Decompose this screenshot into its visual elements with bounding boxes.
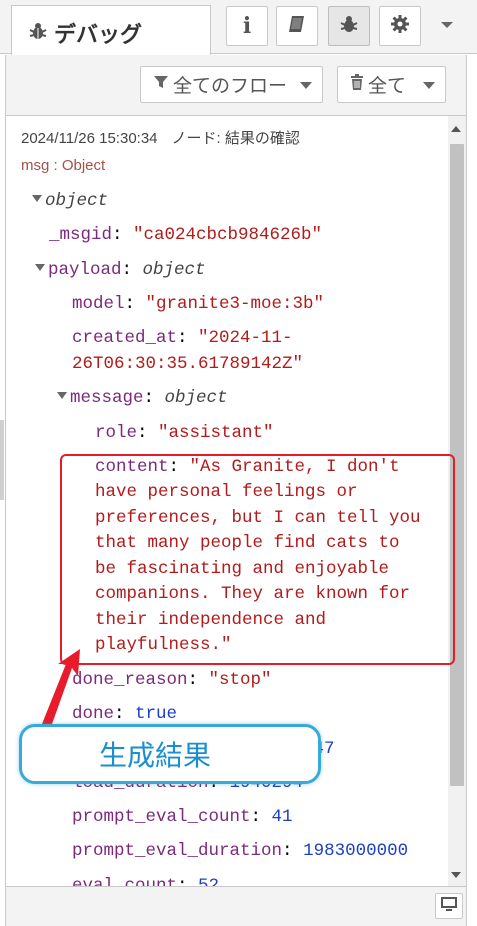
message-node-link[interactable]: ノード: 結果の確認	[172, 130, 300, 147]
filter-icon	[153, 74, 169, 95]
message-timestamp: 2024/11/26 15:30:34	[21, 130, 158, 147]
book-icon	[287, 14, 307, 39]
tree-row-prompt-eval-count[interactable]: prompt_eval_count: 41	[72, 805, 293, 831]
model-key: model	[72, 294, 125, 314]
expand-triangle-icon	[57, 392, 67, 399]
payload-type: object	[142, 260, 206, 280]
msgid-key: _msgid	[49, 225, 113, 245]
help-book-button[interactable]	[276, 6, 318, 46]
prompt-eval-count-key: prompt_eval_count	[72, 807, 251, 827]
expand-triangle-icon	[35, 264, 45, 271]
tree-row-done-reason[interactable]: done_reason: "stop"	[72, 668, 272, 694]
annotation-callout: 生成結果	[19, 724, 321, 784]
role-value: "assistant"	[158, 423, 274, 443]
bug-icon	[339, 14, 359, 39]
prompt-eval-duration-value: 1983000000	[303, 841, 409, 861]
tree-row-created-at[interactable]: created_at: "2024-11-	[72, 326, 293, 352]
tree-row-role[interactable]: role: "assistant"	[95, 421, 274, 447]
message-header: 2024/11/26 15:30:34 ノード: 結果の確認	[21, 127, 300, 148]
created-at-key: created_at	[72, 328, 178, 348]
tab-debug-label: デバッグ	[54, 23, 143, 48]
debug-button[interactable]	[328, 6, 370, 46]
trash-icon	[350, 74, 364, 95]
chevron-down-icon[interactable]	[440, 17, 454, 35]
tab-debug[interactable]: デバッグ	[11, 5, 211, 55]
root-type: object	[45, 191, 109, 211]
created-at-value-line2: 26T06:30:35.61789142Z"	[72, 354, 304, 374]
tree-row-eval-count[interactable]: eval_count: 52	[72, 874, 220, 887]
tree-row-message[interactable]: message: object	[57, 386, 228, 412]
bug-icon	[28, 21, 48, 46]
tree-row-prompt-eval-duration[interactable]: prompt_eval_duration: 1983000000	[72, 839, 408, 865]
settings-button[interactable]	[379, 6, 421, 46]
chevron-down-icon	[300, 82, 312, 89]
chevron-down-icon	[423, 82, 435, 89]
callout-text: 生成結果	[98, 739, 211, 772]
payload-key: payload	[48, 260, 122, 280]
tree-row-msgid[interactable]: _msgid: "ca024cbcb984626b"	[49, 223, 322, 249]
model-value: "granite3-moe:3b"	[145, 294, 325, 314]
msgid-value: "ca024cbcb984626b"	[133, 225, 323, 245]
debug-toolbar: 全てのフロー 全て	[5, 55, 467, 115]
prompt-eval-count-value: 41	[271, 807, 293, 827]
tree-row-model[interactable]: model: "granite3-moe:3b"	[72, 292, 324, 318]
tree-row-payload[interactable]: payload: object	[35, 258, 206, 284]
debug-footer	[5, 887, 467, 926]
tree-row-created-at-cont: 26T06:30:35.61789142Z"	[72, 352, 303, 378]
done-reason-value: "stop"	[208, 670, 272, 690]
resize-handle[interactable]	[0, 420, 4, 500]
scroll-up-icon[interactable]	[451, 126, 461, 132]
done-reason-key: done_reason	[72, 670, 188, 690]
expand-triangle-icon	[32, 195, 42, 202]
created-at-value-line1: "2024-11-	[198, 328, 293, 348]
gear-icon	[390, 14, 410, 39]
done-key: done	[72, 704, 115, 724]
info-button[interactable]: i	[226, 6, 268, 46]
message-key: message	[70, 388, 144, 408]
clear-messages-dropdown[interactable]: 全て	[337, 66, 446, 103]
eval-count-key: eval_count	[72, 876, 178, 887]
info-icon: i	[242, 13, 252, 39]
open-debug-window-button[interactable]	[435, 893, 463, 919]
eval-count-value: 52	[198, 876, 220, 887]
role-key: role	[95, 423, 138, 443]
tree-root[interactable]: object	[32, 189, 108, 215]
prompt-eval-duration-key: prompt_eval_duration	[72, 841, 283, 861]
flow-filter-label: 全てのフロー	[173, 75, 288, 97]
clear-label: 全て	[368, 75, 407, 97]
scroll-down-icon[interactable]	[451, 872, 461, 878]
monitor-icon	[440, 896, 458, 917]
flow-filter-dropdown[interactable]: 全てのフロー	[140, 66, 323, 103]
message-type: object	[164, 388, 228, 408]
done-value: true	[135, 704, 178, 724]
sidebar-header: デバッグ i	[0, 0, 477, 55]
content-highlight-box	[60, 454, 455, 665]
message-type-label: msg : Object	[21, 157, 106, 174]
